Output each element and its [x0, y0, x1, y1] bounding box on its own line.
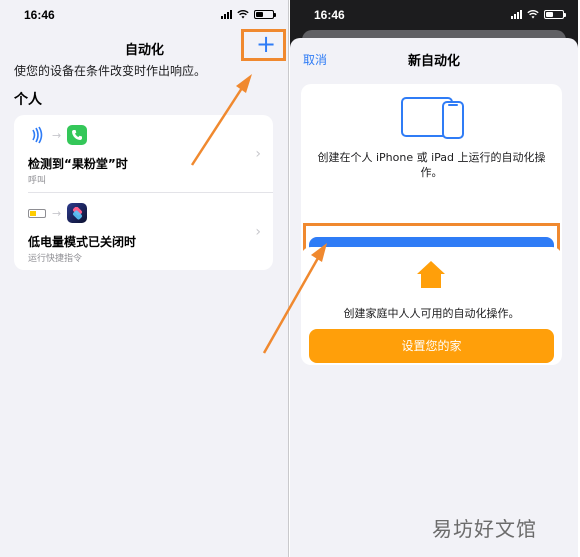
shortcuts-app-icon: [67, 203, 88, 223]
arrow-right-icon: →: [52, 128, 62, 142]
devices-icon: [401, 97, 464, 139]
chevron-right-icon: ›: [255, 146, 261, 162]
set-up-home-button[interactable]: 设置您的家: [309, 329, 554, 363]
phone-app-icon: [67, 125, 88, 145]
battery-status-icon: [254, 9, 276, 19]
home-description: 创建家庭中人人可用的自动化操作。: [343, 307, 520, 320]
status-icons: [221, 9, 276, 19]
automation-subtitle: 呼叫: [28, 176, 47, 186]
status-icons: [511, 9, 566, 19]
nfc-icon: [32, 126, 43, 144]
automation-row-low-power[interactable]: → 低电量模式已关闭时 运行快捷指令 ›: [14, 193, 273, 270]
personal-description: 创建在个人 iPhone 或 iPad 上运行的自动化操作。: [317, 151, 546, 179]
row-icons: →: [28, 125, 88, 145]
left-phone-screen: 16:46 自动化 + 使您的设备在条件改变时作出响应。 个人 → 检测到“果粉…: [0, 0, 289, 557]
right-phone-screen: 16:46 取消 新自动化 创建在个人 iPhone 或 iPad 上运行的自动…: [290, 0, 578, 557]
wifi-icon: [527, 9, 539, 19]
page-subtitle: 使您的设备在条件改变时作出响应。: [14, 64, 207, 78]
chevron-right-icon: ›: [255, 224, 261, 240]
arrow-right-icon: →: [52, 206, 62, 220]
wifi-icon: [237, 9, 249, 19]
signal-icon: [511, 9, 522, 19]
home-automation-card: 创建家庭中人人可用的自动化操作。 设置您的家: [301, 247, 562, 365]
status-bar: 16:46: [0, 0, 288, 30]
automation-list: → 检测到“果粉堂”时 呼叫 › → 低电量模式已关闭时 运行快捷指令 ›: [14, 115, 273, 270]
house-icon: [417, 261, 445, 288]
signal-icon: [221, 9, 232, 19]
low-battery-icon: [28, 208, 46, 218]
row-icons: →: [28, 203, 88, 223]
status-time: 16:46: [24, 8, 55, 22]
status-time: 16:46: [314, 8, 345, 22]
sheet-title: 新自动化: [407, 54, 460, 69]
new-automation-sheet: 取消 新自动化 创建在个人 iPhone 或 iPad 上运行的自动化操作。 创…: [290, 38, 578, 557]
automation-title: 检测到“果粉堂”时: [28, 157, 128, 171]
automation-subtitle: 运行快捷指令: [28, 254, 83, 264]
automation-title: 低电量模式已关闭时: [28, 235, 137, 249]
highlight-box-add: [241, 29, 286, 61]
status-bar: 16:46: [290, 0, 578, 30]
battery-status-icon: [544, 9, 566, 19]
automation-row-nfc[interactable]: → 检测到“果粉堂”时 呼叫 ›: [14, 115, 273, 192]
section-title-personal: 个人: [14, 92, 42, 108]
watermark-text: 易坊好文馆: [432, 517, 537, 541]
